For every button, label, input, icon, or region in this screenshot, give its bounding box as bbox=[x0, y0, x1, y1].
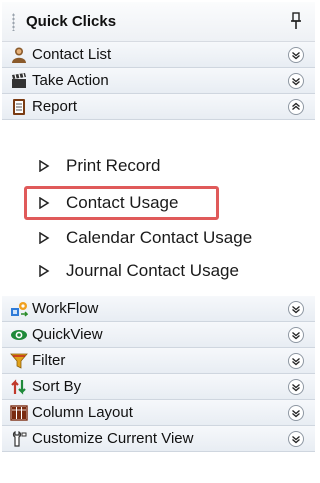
section-label: Contact List bbox=[32, 46, 112, 63]
grip-handle[interactable] bbox=[12, 13, 15, 31]
section-workflow[interactable]: WorkFlow bbox=[2, 296, 315, 322]
clapperboard-icon bbox=[12, 73, 26, 88]
expand-chevron-icon[interactable] bbox=[287, 352, 305, 370]
section-take-action[interactable]: Take Action bbox=[2, 68, 315, 94]
expand-chevron-icon[interactable] bbox=[287, 326, 305, 344]
panel-header: Quick Clicks bbox=[2, 2, 315, 42]
section-filter[interactable]: Filter bbox=[2, 348, 315, 374]
section-column-layout[interactable]: Column Layout bbox=[2, 400, 315, 426]
section-label: Take Action bbox=[32, 72, 109, 89]
section-label: QuickView bbox=[32, 326, 103, 343]
collapse-chevron-icon[interactable] bbox=[287, 98, 305, 116]
section-label: Report bbox=[32, 98, 78, 115]
expand-chevron-icon[interactable] bbox=[287, 404, 305, 422]
wrench-icon bbox=[12, 431, 27, 447]
expand-chevron-icon[interactable] bbox=[287, 430, 305, 448]
quick-clicks-panel: Quick Clicks Contact List Take Action Re… bbox=[2, 2, 315, 481]
expand-chevron-icon[interactable] bbox=[287, 72, 305, 90]
columns-icon bbox=[10, 405, 28, 421]
section-label: Customize Current View bbox=[32, 430, 194, 447]
expand-chevron-icon[interactable] bbox=[287, 46, 305, 64]
report-item-calendar-contact-usage[interactable]: Calendar Contact Usage bbox=[2, 221, 315, 255]
eye-icon bbox=[11, 330, 27, 340]
triangle-right-icon bbox=[39, 160, 50, 172]
highlight-box bbox=[24, 186, 219, 220]
report-item-journal-contact-usage[interactable]: Journal Contact Usage bbox=[2, 254, 315, 288]
section-quickview[interactable]: QuickView bbox=[2, 322, 315, 348]
panel-title: Quick Clicks bbox=[26, 13, 117, 30]
pin-icon[interactable] bbox=[289, 11, 303, 31]
report-item-label: Journal Contact Usage bbox=[66, 261, 239, 280]
triangle-right-icon bbox=[39, 232, 50, 244]
report-item-label: Calendar Contact Usage bbox=[66, 228, 253, 247]
funnel-icon bbox=[10, 353, 28, 369]
report-item-label: Print Record bbox=[66, 156, 161, 175]
report-item-print-record[interactable]: Print Record bbox=[2, 149, 315, 183]
sort-arrows-icon bbox=[11, 379, 26, 395]
workflow-icon bbox=[11, 302, 28, 317]
contact-person-icon bbox=[12, 47, 26, 63]
section-label: WorkFlow bbox=[32, 300, 99, 317]
triangle-right-icon bbox=[39, 265, 50, 277]
section-label: Column Layout bbox=[32, 404, 133, 421]
section-label: Filter bbox=[32, 352, 66, 369]
section-label: Sort By bbox=[32, 378, 82, 395]
section-customize-current-view[interactable]: Customize Current View bbox=[2, 426, 315, 452]
section-contact-list[interactable]: Contact List bbox=[2, 42, 315, 68]
report-document-icon bbox=[13, 99, 25, 115]
expand-chevron-icon[interactable] bbox=[287, 378, 305, 396]
expand-chevron-icon[interactable] bbox=[287, 300, 305, 318]
section-sort-by[interactable]: Sort By bbox=[2, 374, 315, 400]
section-report[interactable]: Report bbox=[2, 94, 315, 120]
